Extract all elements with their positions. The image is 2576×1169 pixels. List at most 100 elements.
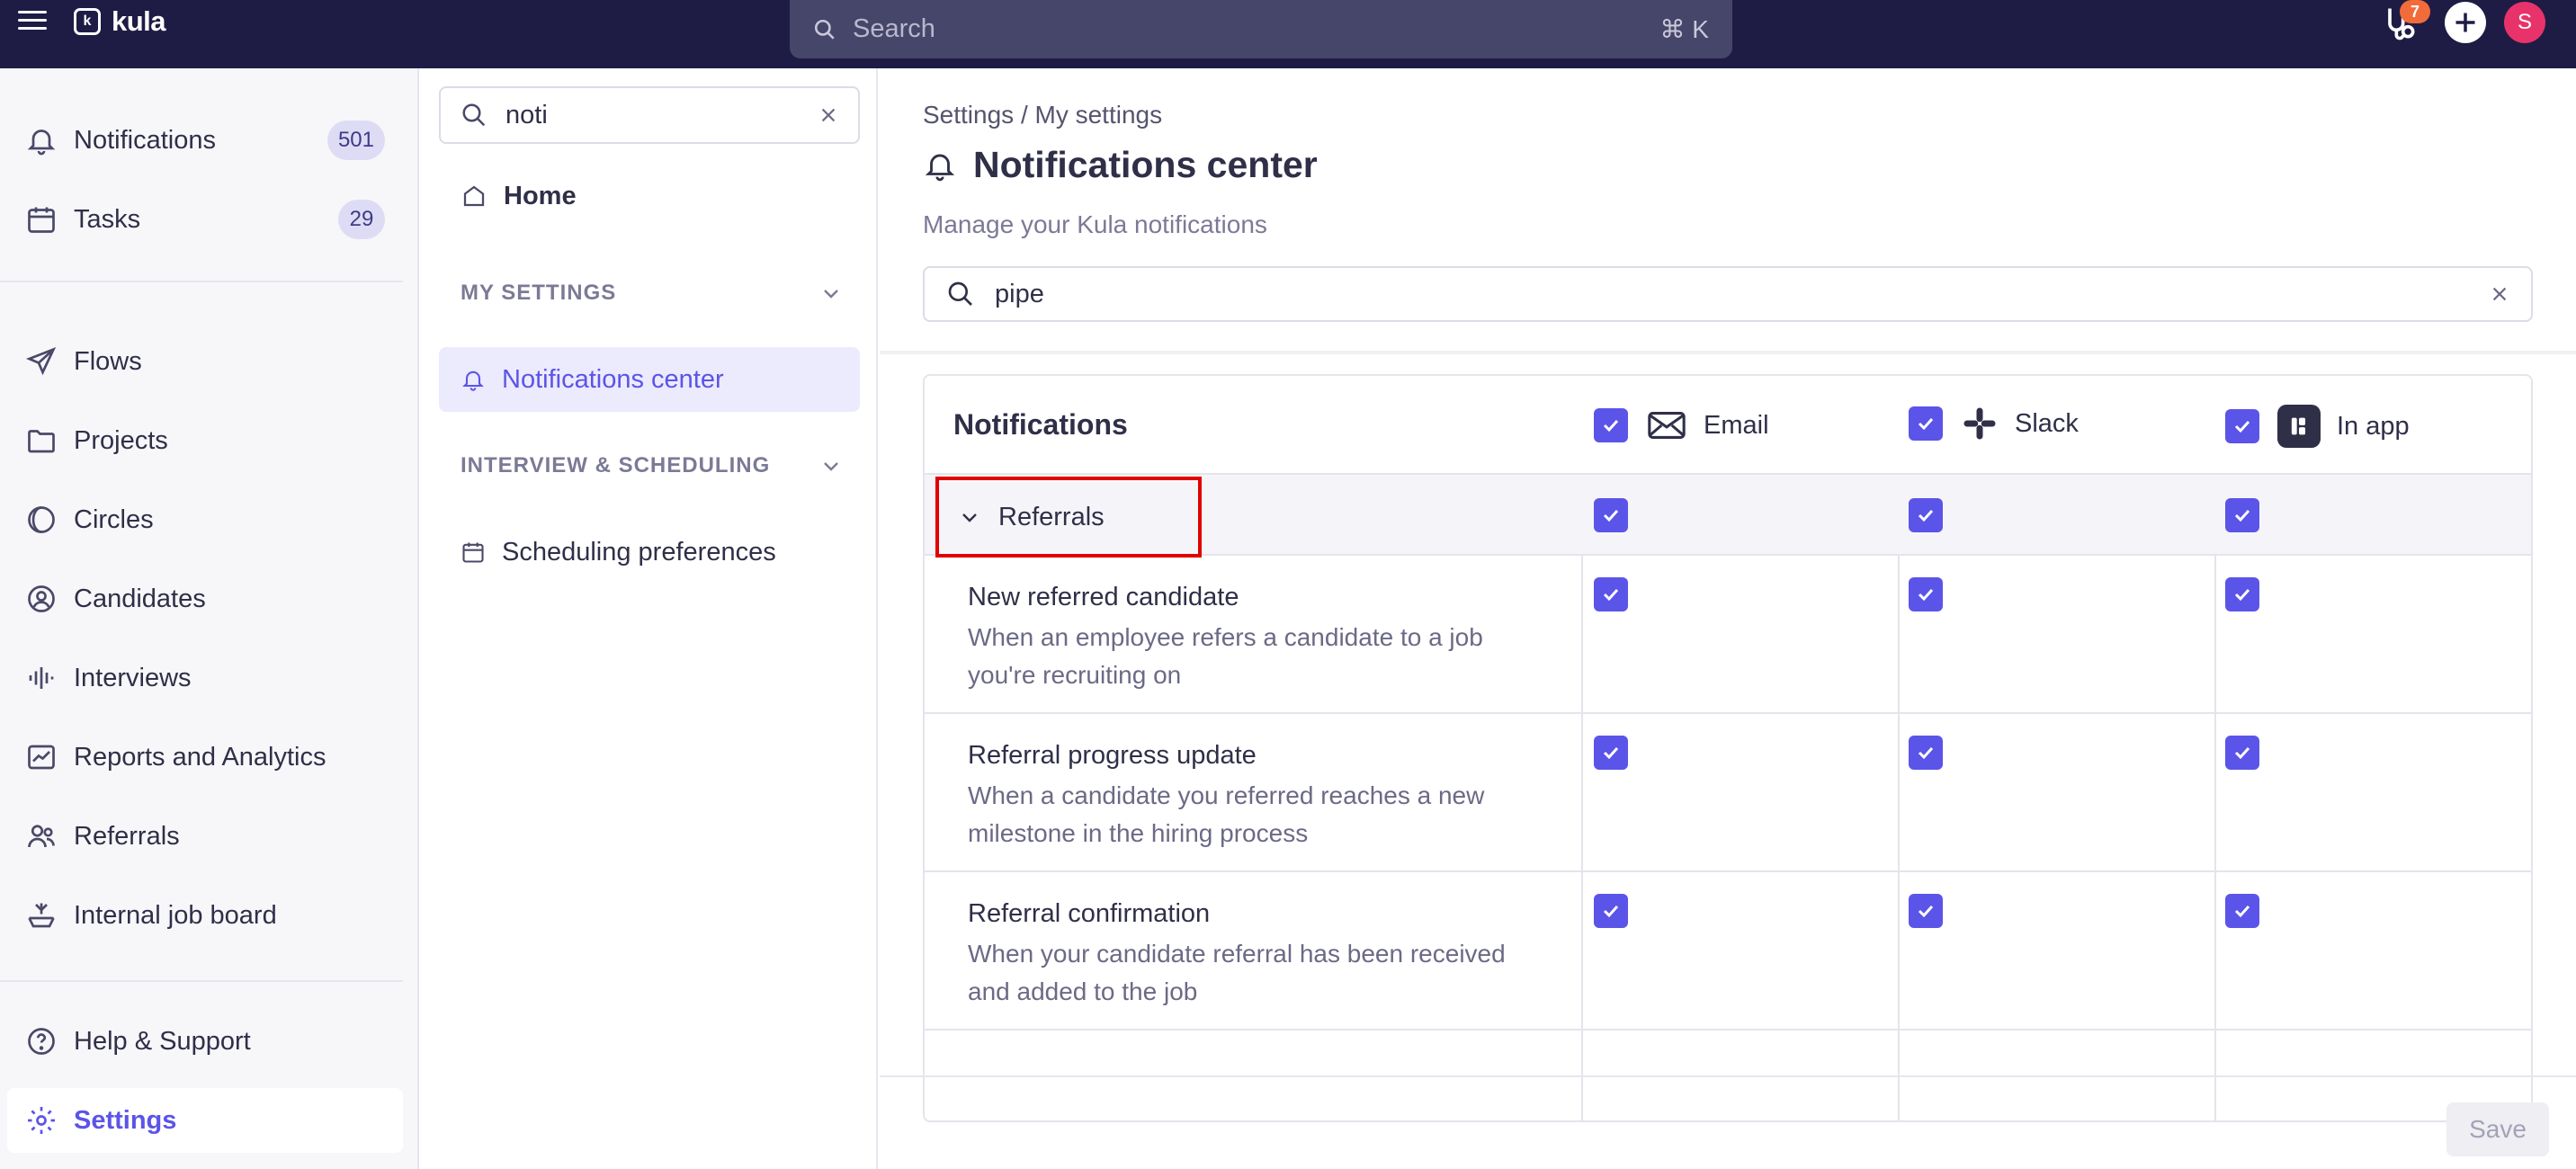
- search-shortcut: ⌘ K: [1659, 15, 1709, 43]
- brand-logo[interactable]: k kula: [74, 5, 166, 37]
- home-label: Home: [504, 181, 577, 210]
- page-title: Notifications center: [923, 144, 1318, 186]
- create-button[interactable]: [2445, 2, 2486, 43]
- notifications-search-input[interactable]: pipe: [923, 266, 2533, 322]
- sidebar-divider: [0, 980, 403, 982]
- sidebar-item-internal-job-board[interactable]: Internal job board: [7, 883, 403, 948]
- notifications-count: 501: [326, 120, 385, 160]
- column-slack-label: Slack: [2015, 408, 2079, 438]
- sidebar-item-label: Tasks: [74, 204, 141, 234]
- row-slack-checkbox[interactable]: [1909, 577, 1943, 611]
- section-header-label: INTERVIEW & SCHEDULING: [461, 453, 771, 477]
- row-slack-checkbox[interactable]: [1909, 894, 1943, 928]
- search-icon: [948, 281, 972, 306]
- avatar[interactable]: S: [2504, 2, 2545, 43]
- slack-all-checkbox[interactable]: [1909, 406, 1943, 441]
- row-email-checkbox[interactable]: [1594, 894, 1628, 928]
- settings-item-notifications-center[interactable]: Notifications center: [439, 347, 860, 412]
- sidebar-item-flows[interactable]: Flows: [7, 329, 403, 394]
- search-placeholder: Search: [853, 14, 935, 43]
- chart-icon: [28, 745, 55, 770]
- column-email-label: Email: [1704, 410, 1769, 440]
- table-title: Notifications: [953, 408, 1128, 441]
- check-icon: [1918, 746, 1934, 760]
- row-description: When an employee refers a candidate to a…: [968, 623, 1483, 689]
- user-circle-icon: [28, 585, 55, 612]
- sidebar-item-notifications[interactable]: Notifications 501: [7, 108, 403, 173]
- group-in-app-checkbox[interactable]: [2225, 498, 2259, 532]
- group-toggle-referrals[interactable]: Referrals: [935, 477, 1202, 558]
- interview-scheduling-header[interactable]: INTERVIEW & SCHEDULING: [461, 448, 860, 484]
- sidebar-item-interviews[interactable]: Interviews: [7, 646, 403, 710]
- bell-icon: [27, 129, 56, 156]
- row-email-checkbox[interactable]: [1594, 577, 1628, 611]
- sidebar-item-circles[interactable]: Circles: [7, 487, 403, 552]
- group-row-referrals: Referrals: [925, 475, 2531, 558]
- sidebar-item-candidates[interactable]: Candidates: [7, 567, 403, 631]
- breadcrumb[interactable]: Settings / My settings: [923, 101, 1162, 129]
- row-in-app-checkbox[interactable]: [2225, 577, 2259, 611]
- main-content: Settings / My settings Notifications cen…: [880, 68, 2576, 1169]
- sidebar-item-label: Flows: [74, 346, 142, 376]
- sidebar-item-tasks[interactable]: Tasks 29: [7, 187, 403, 252]
- sidebar-item-label: Referrals: [74, 821, 180, 851]
- tasks-count: 29: [338, 200, 385, 239]
- sidebar-item-label: Help & Support: [74, 1026, 251, 1056]
- scheduling-label: Scheduling preferences: [502, 537, 776, 567]
- sidebar-item-reports[interactable]: Reports and Analytics: [7, 725, 403, 790]
- notifications-table: Notifications Email Slack In app Referra…: [923, 374, 2533, 1122]
- table-row: Referral progress update When a candidat…: [925, 714, 2531, 872]
- row-in-app-checkbox[interactable]: [2225, 894, 2259, 928]
- chevron-down-icon: [962, 513, 977, 522]
- row-slack-checkbox[interactable]: [1909, 736, 1943, 770]
- menu-icon[interactable]: [18, 11, 47, 32]
- sidebar-item-label: Notifications: [74, 125, 216, 155]
- column-slack: Slack: [1909, 405, 2079, 442]
- check-icon: [1603, 509, 1619, 522]
- global-search[interactable]: Search ⌘ K: [790, 0, 1732, 58]
- column-in-app: In app: [2225, 405, 2410, 448]
- kula-app-icon: [2277, 405, 2321, 448]
- tray-icon: [28, 903, 55, 928]
- row-description: When your candidate referral has been re…: [968, 940, 1506, 1005]
- check-icon: [1603, 588, 1619, 602]
- row-in-app-checkbox[interactable]: [2225, 736, 2259, 770]
- sidebar-item-label: Circles: [74, 504, 154, 534]
- column-in-app-label: In app: [2337, 411, 2410, 441]
- group-email-checkbox[interactable]: [1594, 498, 1628, 532]
- send-icon: [25, 347, 57, 376]
- email-all-checkbox[interactable]: [1594, 408, 1628, 442]
- check-icon: [2234, 420, 2250, 433]
- check-icon: [1918, 417, 1934, 431]
- check-icon: [1918, 588, 1934, 602]
- gear-icon: [28, 1107, 55, 1134]
- settings-home-link[interactable]: Home: [439, 167, 860, 225]
- sidebar-item-label: Reports and Analytics: [74, 742, 326, 772]
- in-app-all-checkbox[interactable]: [2225, 409, 2259, 443]
- chevron-down-icon: [824, 290, 838, 299]
- notifications-search-value: pipe: [995, 279, 1044, 308]
- table-row: New referred candidate When an employee …: [925, 556, 2531, 714]
- mail-icon: [1648, 412, 1686, 439]
- close-icon[interactable]: [2490, 284, 2509, 304]
- page-subtitle: Manage your Kula notifications: [923, 210, 1267, 238]
- search-icon: [814, 19, 835, 40]
- sidebar-item-projects[interactable]: Projects: [7, 408, 403, 473]
- save-button[interactable]: Save: [2446, 1102, 2549, 1156]
- check-icon: [1918, 509, 1934, 522]
- plus-icon: [2455, 13, 2475, 32]
- group-slack-checkbox[interactable]: [1909, 498, 1943, 532]
- settings-search-input[interactable]: noti: [439, 86, 860, 144]
- close-icon[interactable]: [818, 105, 838, 125]
- section-header-label: MY SETTINGS: [461, 281, 617, 305]
- chevron-down-icon: [824, 462, 838, 471]
- home-icon: [463, 185, 485, 207]
- sidebar-item-help[interactable]: Help & Support: [7, 1009, 403, 1074]
- sidebar-item-referrals[interactable]: Referrals: [7, 804, 403, 869]
- row-email-checkbox[interactable]: [1594, 736, 1628, 770]
- sidebar-item-settings[interactable]: Settings: [7, 1088, 403, 1153]
- settings-item-scheduling-preferences[interactable]: Scheduling preferences: [439, 520, 860, 584]
- row-description: When a candidate you referred reaches a …: [968, 781, 1485, 847]
- my-settings-header[interactable]: MY SETTINGS: [461, 275, 860, 311]
- sidebar-divider: [0, 281, 403, 282]
